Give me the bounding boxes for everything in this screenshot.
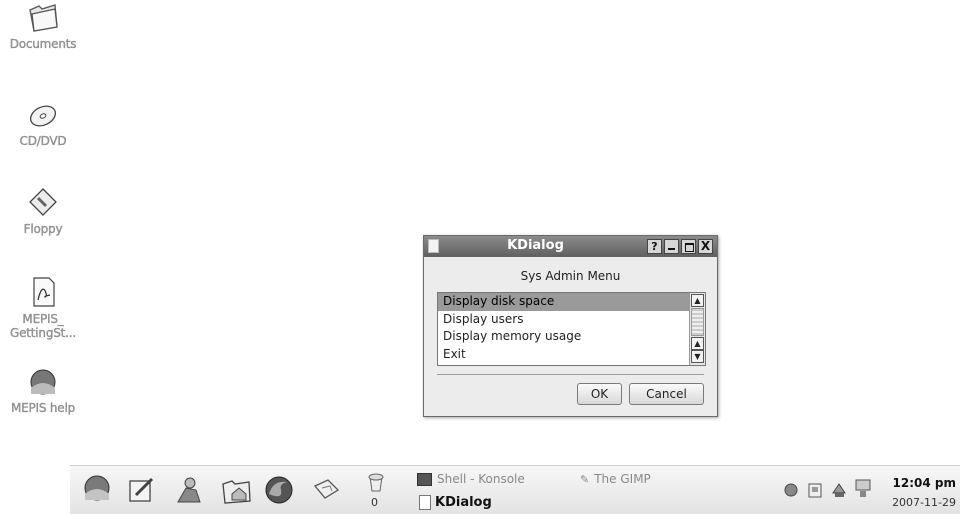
floppy-icon bbox=[29, 188, 57, 216]
task-label: KDialog bbox=[435, 495, 492, 510]
task-shell-konsole[interactable]: Shell - Konsole bbox=[417, 472, 525, 486]
label-line-2: GettingSt... bbox=[9, 326, 77, 340]
list-item[interactable]: Display users bbox=[438, 311, 689, 329]
scroll-up-button[interactable]: ▲ bbox=[691, 294, 704, 307]
user-icon[interactable] bbox=[172, 474, 204, 506]
desktop-icon-label: CD/DVD bbox=[19, 134, 67, 148]
desktop-icon-cd-dvd[interactable]: CD/DVD bbox=[0, 97, 86, 149]
puzzle-icon[interactable] bbox=[310, 474, 342, 506]
cancel-button[interactable]: Cancel bbox=[629, 383, 704, 405]
window-title: KDialog bbox=[507, 238, 564, 253]
desktop-icon-mepis-getting-started[interactable]: MEPIS_ GettingSt... bbox=[0, 275, 86, 340]
network-tray-icon[interactable] bbox=[782, 481, 800, 499]
clock[interactable]: 12:04 pm 2007-11-29 bbox=[892, 476, 956, 509]
terminal-icon bbox=[417, 473, 432, 486]
taskbar: 0 Shell - Konsole ✎ The GIMP KDialog 12:0… bbox=[70, 465, 960, 514]
firefox-icon[interactable] bbox=[263, 474, 295, 506]
display-tray-icon[interactable] bbox=[854, 478, 874, 500]
maximize-button[interactable] bbox=[681, 239, 696, 254]
desktop-icon-label: MEPIS help bbox=[10, 401, 76, 415]
clock-time: 12:04 pm bbox=[892, 476, 956, 490]
label-line-1: MEPIS_ bbox=[22, 312, 64, 326]
desktop-icon-mepis-help[interactable]: MEPIS help bbox=[0, 368, 86, 416]
folder-icon bbox=[29, 4, 58, 32]
desktop-icon-label: Floppy bbox=[23, 222, 63, 236]
minimize-icon bbox=[668, 248, 675, 250]
notes-icon[interactable] bbox=[125, 474, 157, 506]
help-globe-icon bbox=[30, 369, 56, 395]
desktop-icon-floppy[interactable]: Floppy bbox=[0, 185, 86, 237]
kdialog-window: KDialog ? X Sys Admin Menu Display disk … bbox=[423, 235, 718, 417]
menu-listbox[interactable]: Display disk space Display users Display… bbox=[437, 292, 706, 366]
list-item[interactable]: Exit bbox=[438, 346, 689, 364]
desktop-icon-label: MEPIS_ GettingSt... bbox=[9, 312, 77, 340]
clock-date: 2007-11-29 bbox=[892, 496, 956, 509]
scrollbar[interactable]: ▲ ▲ ▼ bbox=[689, 293, 705, 365]
task-the-gimp[interactable]: ✎ The GIMP bbox=[580, 472, 651, 486]
list-item[interactable]: Display memory usage bbox=[438, 328, 689, 346]
gimp-icon: ✎ bbox=[580, 473, 590, 486]
scroll-thumb[interactable] bbox=[691, 308, 704, 336]
trash-icon[interactable] bbox=[366, 471, 386, 493]
cd-icon bbox=[29, 105, 57, 127]
maximize-icon bbox=[685, 243, 694, 252]
desktop-icon-label: Documents bbox=[9, 37, 77, 51]
ok-button[interactable]: OK bbox=[577, 383, 622, 405]
clipboard-tray-icon[interactable] bbox=[806, 481, 824, 499]
help-button[interactable]: ? bbox=[647, 239, 662, 254]
button-separator bbox=[437, 374, 704, 375]
pdf-document-icon bbox=[33, 277, 55, 307]
close-button[interactable]: X bbox=[698, 239, 713, 254]
trash-count: 0 bbox=[371, 496, 378, 509]
task-kdialog[interactable]: KDialog bbox=[419, 495, 492, 510]
scroll-down-button[interactable]: ▼ bbox=[691, 350, 704, 363]
scroll-up-button-lower[interactable]: ▲ bbox=[691, 337, 704, 350]
update-tray-icon[interactable] bbox=[830, 481, 848, 499]
kmenu-icon[interactable] bbox=[80, 474, 114, 506]
task-label: The GIMP bbox=[594, 472, 651, 486]
minimize-button[interactable] bbox=[664, 239, 679, 254]
desktop-icon-documents[interactable]: Documents bbox=[0, 0, 86, 52]
document-icon bbox=[419, 495, 431, 510]
titlebar[interactable]: KDialog ? X bbox=[424, 236, 717, 257]
home-folder-icon[interactable] bbox=[220, 474, 252, 506]
task-label: Shell - Konsole bbox=[437, 472, 525, 486]
list-item[interactable]: Display disk space bbox=[438, 293, 689, 311]
menu-heading: Sys Admin Menu bbox=[520, 269, 621, 283]
